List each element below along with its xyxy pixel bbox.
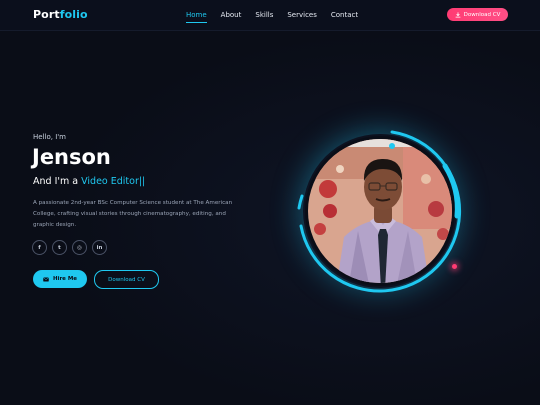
role-prefix: And I'm a [33,176,82,187]
social-links: f t ◎ in [32,240,107,255]
hire-me-button[interactable]: Hire Me [33,270,87,288]
facebook-icon[interactable]: f [32,240,47,255]
nav-skills[interactable]: Skills [255,11,273,19]
nav-contact[interactable]: Contact [331,11,358,19]
logo[interactable]: Portfolio [33,8,88,21]
hire-me-label: Hire Me [52,276,78,282]
logo-part-2: folio [59,8,88,21]
download-cv-nav-label: Download CV [463,11,501,18]
page: Portfolio Home About Skills Services Con… [0,0,540,405]
download-icon [455,11,461,17]
logo-part-1: Port [33,8,60,21]
nav-about[interactable]: About [221,11,242,19]
nav-home[interactable]: Home [186,11,207,23]
greeting: Hello, I'm [33,133,67,141]
profile-visual [295,126,465,296]
role-highlight: Video Editor|| [81,176,146,187]
instagram-icon[interactable]: ◎ [72,240,87,255]
facebook-glyph: f [38,244,41,251]
download-cv-nav-button[interactable]: Download CV [447,8,508,21]
hero-name: Jenson [32,145,111,169]
mail-icon [43,277,49,281]
instagram-glyph: ◎ [77,244,82,251]
linkedin-glyph: in [96,244,103,251]
twitter-icon[interactable]: t [52,240,67,255]
download-cv-button[interactable]: Download CV [94,270,159,289]
twitter-glyph: t [58,244,61,251]
hero-description: A passionate 2nd-year BSc Computer Scien… [33,200,233,228]
accent-dot [452,264,457,269]
linkedin-icon[interactable]: in [92,240,107,255]
profile-ring [297,130,462,293]
download-cv-label: Download CV [108,276,145,283]
navbar: Portfolio Home About Skills Services Con… [0,0,540,31]
nav-services[interactable]: Services [287,11,317,19]
hero-role: And I'm a Video Editor|| [33,176,145,187]
main-nav: Home About Skills Services Contact [186,11,372,23]
